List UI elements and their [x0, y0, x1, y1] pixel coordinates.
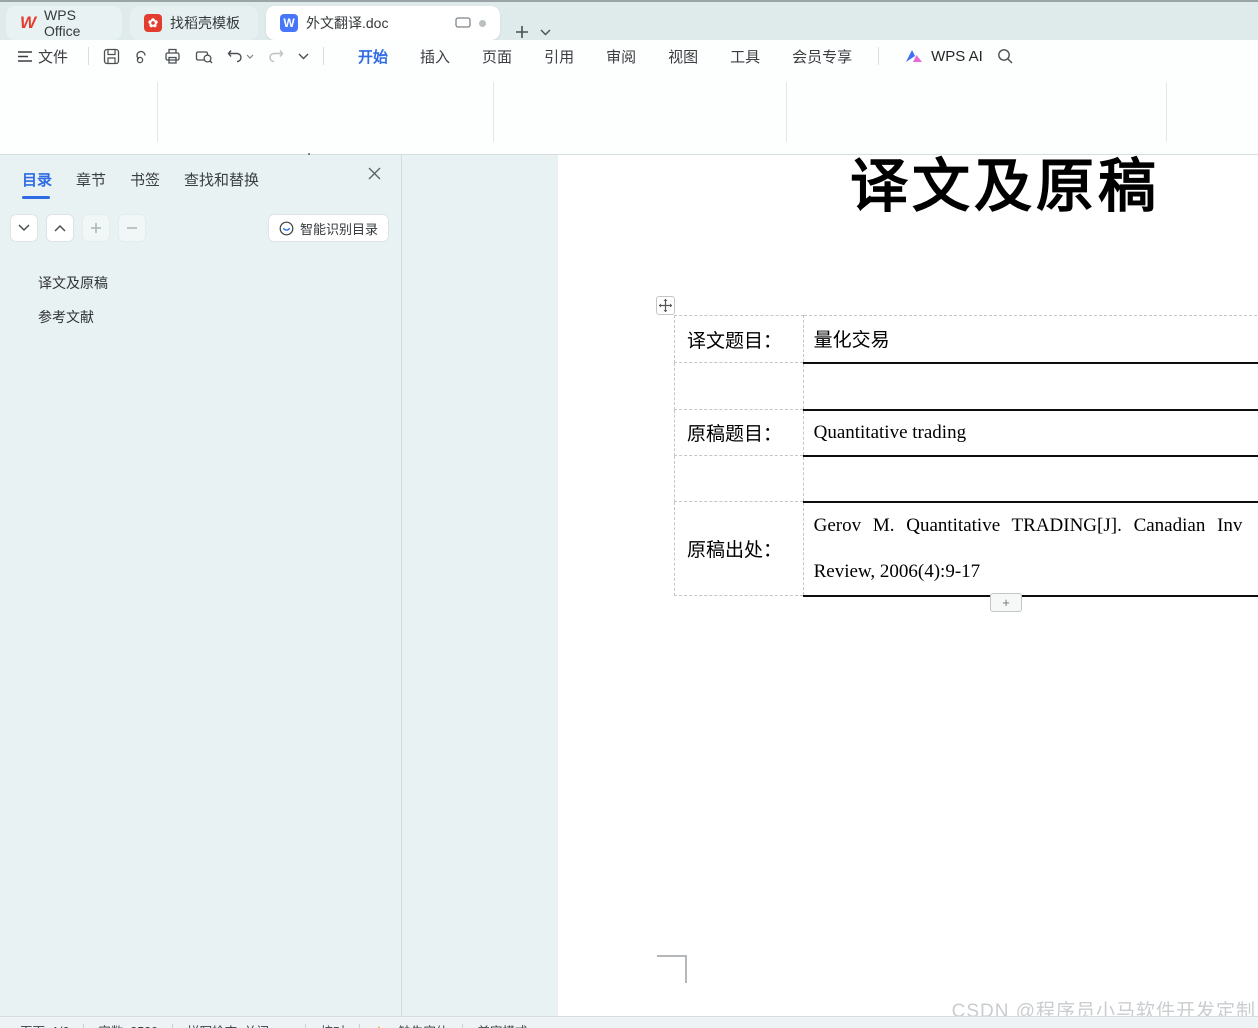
table-cell-value[interactable]	[803, 455, 1258, 503]
status-page-number[interactable]: 页面: 1/6	[20, 1021, 69, 1028]
tab-docer-templates[interactable]: ✿ 找稻壳模板	[130, 6, 258, 40]
outline-list: 译文及原稿 参考文献	[0, 242, 401, 334]
table-cell-label[interactable]	[674, 362, 804, 410]
sidebar-tab-toc[interactable]: 目录	[22, 169, 52, 199]
status-word-count[interactable]: 字数: 3529	[98, 1021, 158, 1028]
undo-button[interactable]	[227, 49, 254, 63]
menu-reference[interactable]: 引用	[542, 41, 576, 72]
new-tab-button[interactable]	[514, 24, 530, 40]
outline-expand-down-button[interactable]	[10, 214, 38, 242]
menu-home[interactable]: 开始	[356, 41, 390, 75]
status-bar: 页面: 1/6 字数: 3529 拼写检查: 关闭 ⌄ 校对 缺失字体 兼容模式	[0, 1016, 1258, 1028]
menu-review[interactable]: 审阅	[604, 41, 638, 72]
table-add-row-button[interactable]: +	[990, 593, 1022, 612]
sidebar-close-icon[interactable]	[368, 167, 381, 180]
status-compat-mode[interactable]: 兼容模式	[477, 1021, 527, 1028]
docer-icon: ✿	[144, 14, 162, 32]
tab-document-label: 外文翻译.doc	[306, 15, 389, 31]
smart-toc-button[interactable]: 智能识别目录	[267, 214, 389, 242]
page-margin-corner-mark	[657, 955, 687, 957]
tab-wps-office[interactable]: W WPS Office	[6, 6, 122, 40]
outline-item-2[interactable]: 参考文献	[38, 300, 401, 334]
search-icon[interactable]	[997, 48, 1014, 65]
print-button[interactable]	[164, 48, 181, 64]
outline-plus-button[interactable]	[82, 214, 110, 242]
table-cell-label[interactable]	[674, 455, 804, 502]
wps-ai-button[interactable]: WPS AI	[905, 48, 983, 65]
status-spellcheck[interactable]: 拼写检查: 关闭	[187, 1021, 269, 1028]
outline-item-1[interactable]: 译文及原稿	[38, 266, 401, 300]
status-proofread[interactable]: 校对	[320, 1021, 345, 1028]
tab-docer-label: 找稻壳模板	[170, 15, 240, 31]
writer-doc-icon: W	[280, 14, 298, 32]
table-row	[674, 455, 1258, 503]
more-commands-chevron-icon[interactable]	[298, 53, 309, 60]
menu-tools[interactable]: 工具	[728, 41, 762, 72]
sidebar-tab-chapter[interactable]: 章节	[76, 169, 106, 190]
export-pdf-button[interactable]	[134, 48, 150, 65]
outline-minus-button[interactable]	[118, 214, 146, 242]
wps-ai-icon	[905, 49, 923, 63]
table-cell-value[interactable]: 量化交易	[803, 315, 1258, 364]
ribbon: 格式刷 粘贴 ⌄ 黑体⌄ 小四⌄ A＋ A－ wén 文⌄ B I U ⌄ A …	[0, 72, 1258, 218]
citation-line-2: Review, 2006(4):9-17	[813, 560, 981, 582]
outline-collapse-up-button[interactable]	[46, 214, 74, 242]
redo-button[interactable]	[268, 49, 284, 63]
main-area: 目录 章节 书签 查找和替换 智能识别目录 译文及原稿 参考文献 译文及原稿 译…	[0, 155, 1258, 1022]
wps-logo-icon: W	[20, 13, 37, 32]
document-title: 译文及原稿	[849, 155, 1160, 219]
table-cell-label[interactable]: 原稿题目：	[674, 409, 804, 456]
sidebar-tab-find-replace[interactable]: 查找和替换	[184, 169, 259, 190]
table-cell-label[interactable]: 译文题目：	[674, 315, 804, 363]
menu-page[interactable]: 页面	[480, 41, 514, 72]
print-preview-button[interactable]	[195, 48, 213, 64]
tab-list-chevron-icon[interactable]	[540, 29, 551, 36]
tab-wps-office-label: WPS Office	[44, 7, 81, 39]
hamburger-icon	[18, 50, 32, 62]
table-cell-value[interactable]: Gerov M. Quantitative TRADING[J]. Canadi…	[803, 501, 1258, 597]
menu-items: 开始 插入 页面 引用 审阅 视图 工具 会员专享	[356, 41, 854, 75]
spellcheck-chevron-icon[interactable]: ⌄	[283, 1025, 291, 1028]
smart-toc-icon	[279, 221, 294, 236]
window-tab-bar: W WPS Office ✿ 找稻壳模板 W 外文翻译.doc	[0, 0, 1258, 40]
table-row: 译文题目： 量化交易	[674, 315, 1258, 364]
table-cell-value[interactable]	[803, 362, 1258, 411]
citation-line-1: Gerov M. Quantitative TRADING[J]. Canadi…	[813, 514, 1243, 536]
navigation-sidebar: 目录 章节 书签 查找和替换 智能识别目录 译文及原稿 参考文献	[0, 155, 402, 1016]
status-missing-font[interactable]: 缺失字体	[398, 1021, 448, 1028]
menu-insert[interactable]: 插入	[418, 41, 452, 72]
quick-access-toolbar	[99, 48, 313, 65]
sidebar-tab-bookmark[interactable]: 书签	[130, 169, 160, 190]
file-menu-button[interactable]: 文件	[0, 46, 78, 67]
table-cell-value[interactable]: Quantitative trading	[803, 409, 1258, 457]
table-row: 原稿出处： Gerov M. Quantitative TRADING[J]. …	[674, 501, 1258, 597]
file-menu-label: 文件	[38, 48, 69, 66]
translation-cover-table[interactable]: 译文题目： 量化交易 原稿题目： Quantitative trading 原稿…	[674, 315, 1258, 597]
table-row	[674, 362, 1258, 411]
sidebar-toolbar: 智能识别目录	[0, 200, 401, 242]
monitor-icon[interactable]	[455, 16, 471, 30]
document-page[interactable]: 译文及原稿 译文题目： 量化交易 原稿题目： Quantitative trad…	[558, 155, 1258, 1016]
sidebar-tabs: 目录 章节 书签 查找和替换	[0, 155, 401, 200]
wps-ai-label: WPS AI	[931, 47, 983, 65]
table-row: 原稿题目： Quantitative trading	[674, 409, 1258, 457]
table-cell-label[interactable]: 原稿出处：	[674, 501, 804, 596]
tab-dot-icon	[479, 19, 486, 27]
save-button[interactable]	[103, 48, 120, 65]
table-move-handle[interactable]	[656, 296, 675, 315]
menu-member[interactable]: 会员专享	[790, 41, 854, 72]
tab-document-active[interactable]: W 外文翻译.doc	[266, 6, 500, 40]
menu-view[interactable]: 视图	[666, 41, 700, 72]
page-margin-corner-mark	[685, 955, 687, 983]
menu-bar: 文件 开始 插入 页面 引用 审阅 视图 工具 会员专享 WPS AI	[0, 40, 1258, 75]
